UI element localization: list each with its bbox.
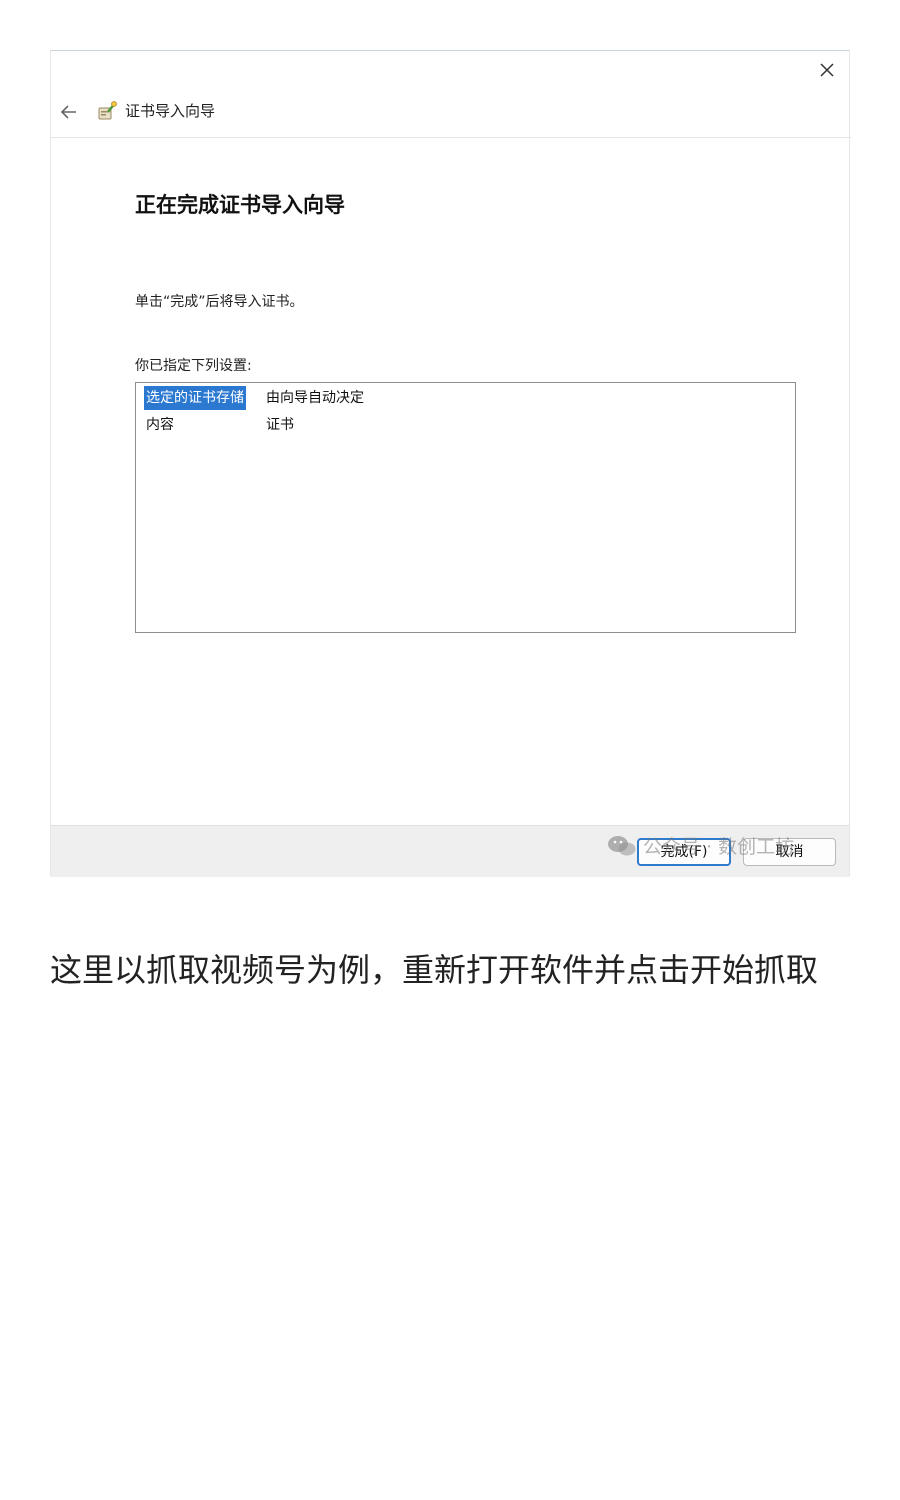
wizard-footer: 完成(F) 取消 公众号 · 数创工坊 bbox=[51, 825, 849, 877]
settings-key: 选定的证书存储 bbox=[144, 386, 246, 410]
settings-value: 由向导自动决定 bbox=[266, 390, 364, 406]
wizard-title: 证书导入向导 bbox=[125, 102, 216, 120]
back-button[interactable] bbox=[57, 100, 81, 124]
settings-label: 你已指定下列设置: bbox=[135, 358, 252, 374]
finish-button[interactable]: 完成(F) bbox=[637, 838, 731, 866]
settings-value: 证书 bbox=[266, 417, 294, 433]
settings-list[interactable]: 选定的证书存储 由向导自动决定 内容 证书 bbox=[135, 382, 796, 633]
certificate-wizard-icon bbox=[98, 101, 117, 120]
back-arrow-icon bbox=[60, 105, 76, 119]
settings-row-store[interactable]: 选定的证书存储 由向导自动决定 bbox=[142, 386, 742, 410]
certificate-import-wizard-window: 证书导入向导 正在完成证书导入向导 单击“完成”后将导入证书。 你已指定下列设置… bbox=[50, 50, 851, 877]
page-title: 正在完成证书导入向导 bbox=[135, 193, 345, 217]
close-icon bbox=[820, 63, 834, 77]
article-paragraph: 这里以抓取视频号为例，重新打开软件并点击开始抓取 bbox=[50, 951, 819, 989]
close-button[interactable] bbox=[815, 58, 839, 82]
settings-row-content[interactable]: 内容 证书 bbox=[142, 413, 742, 437]
instruction-text: 单击“完成”后将导入证书。 bbox=[135, 294, 304, 310]
wizard-titlebar: 证书导入向导 bbox=[51, 89, 851, 138]
cancel-button[interactable]: 取消 bbox=[743, 838, 836, 866]
wechat-icon bbox=[608, 835, 636, 855]
settings-key: 内容 bbox=[146, 417, 174, 433]
